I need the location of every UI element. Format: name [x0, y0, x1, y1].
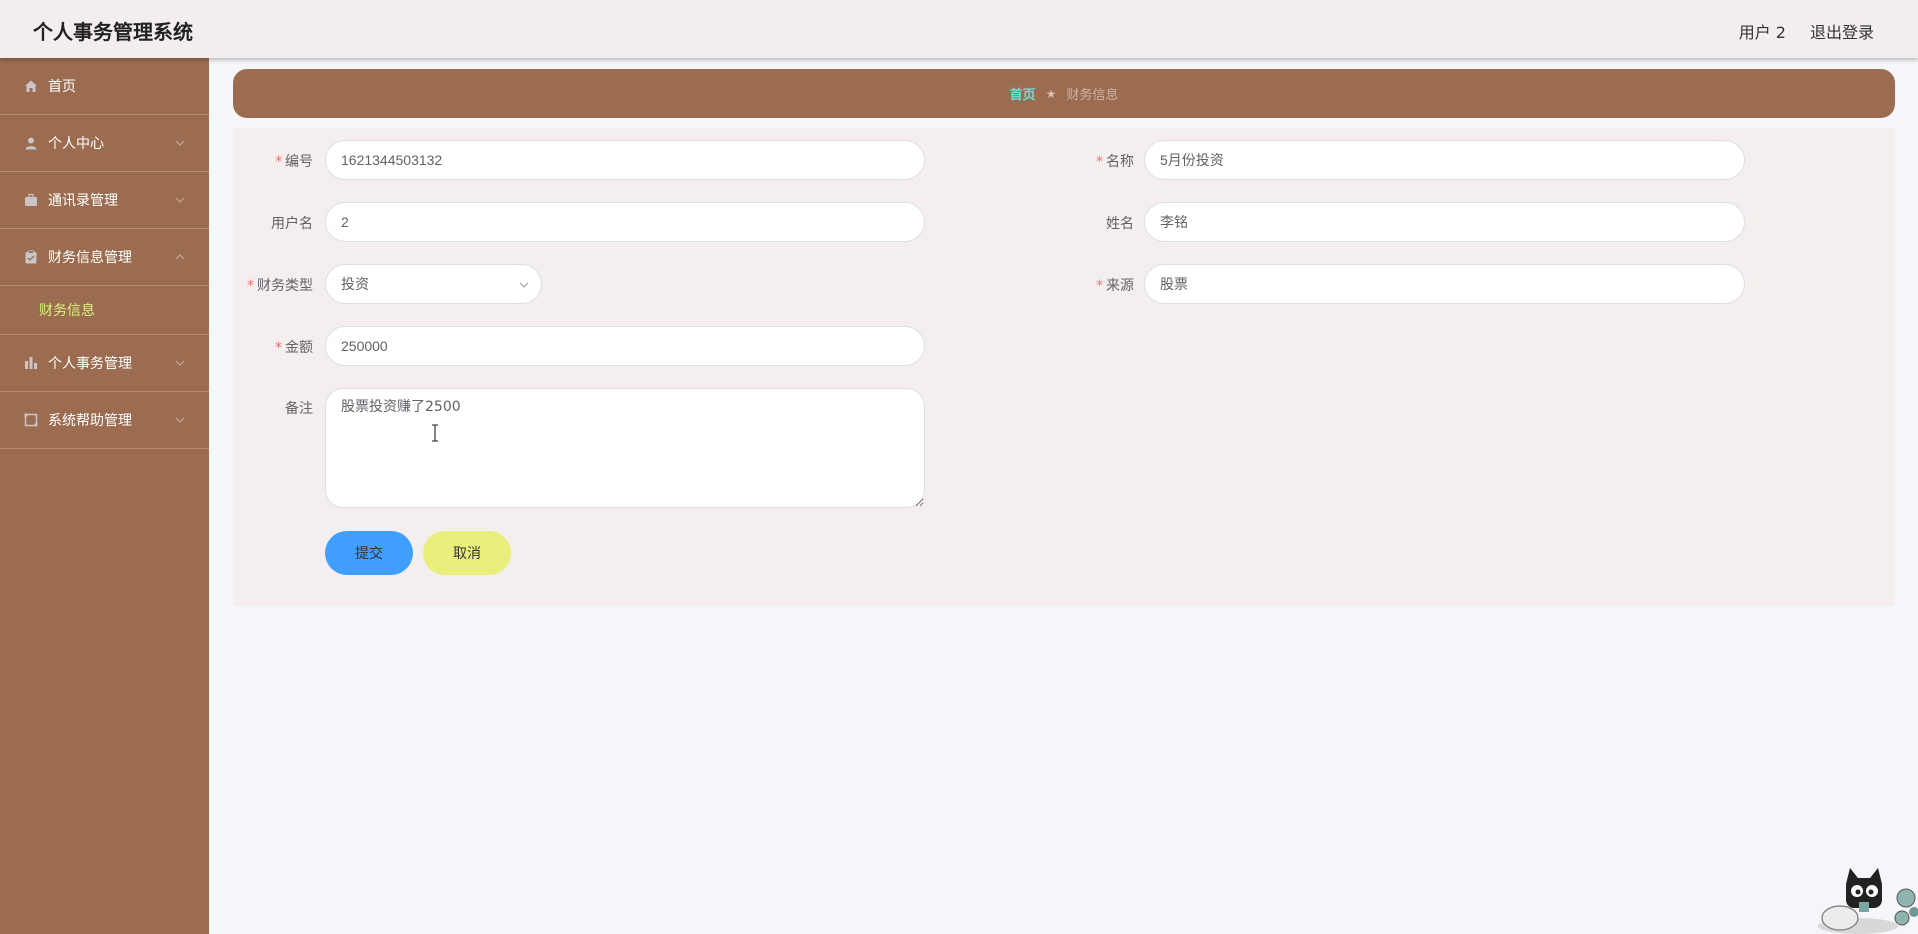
- submit-button[interactable]: 提交: [325, 531, 413, 575]
- breadcrumb-home-link[interactable]: 首页: [1010, 84, 1036, 103]
- realname-input[interactable]: [1144, 202, 1745, 242]
- username-label: 用户名: [271, 216, 313, 232]
- sidebar-item-label: 个人事务管理: [48, 356, 132, 372]
- clipboard-icon: [23, 249, 39, 265]
- name-input[interactable]: [1144, 140, 1745, 180]
- amount-label: * 金额: [275, 340, 313, 356]
- bar-chart-icon: [23, 355, 39, 371]
- logout-button[interactable]: 退出登录: [1810, 19, 1874, 43]
- source-label: * 来源: [1096, 278, 1134, 294]
- cancel-button[interactable]: 取消: [423, 531, 511, 575]
- sidebar-item-label: 财务信息管理: [48, 250, 132, 266]
- user-icon: [23, 135, 39, 151]
- text-cursor-icon: [432, 424, 438, 442]
- sidebar-item-affairs[interactable]: 个人事务管理: [0, 335, 209, 392]
- finance-type-select[interactable]: 投资: [325, 264, 542, 304]
- realname-label: 姓名: [1106, 216, 1134, 232]
- source-input[interactable]: [1144, 264, 1745, 304]
- chevron-down-icon: [175, 417, 185, 423]
- app-title: 个人事务管理系统: [33, 20, 193, 44]
- sidebar-item-finance[interactable]: 财务信息管理: [0, 229, 209, 286]
- briefcase-icon: [23, 192, 39, 208]
- chevron-up-icon: [175, 254, 185, 260]
- help-square-icon: [23, 412, 39, 428]
- breadcrumb-star-icon: ★: [1045, 86, 1057, 101]
- finance-type-value: 投资: [341, 276, 369, 292]
- user-label[interactable]: 用户 2: [1739, 19, 1786, 43]
- number-input[interactable]: [325, 140, 925, 180]
- number-label: * 编号: [275, 154, 313, 170]
- username-input[interactable]: [325, 202, 925, 242]
- finance-type-label: * 财务类型: [247, 278, 313, 294]
- home-icon: [23, 78, 39, 94]
- chevron-down-icon: [175, 360, 185, 366]
- mascot-widget-icon[interactable]: [1810, 862, 1918, 934]
- sidebar-item-home[interactable]: 首页: [0, 58, 209, 115]
- remark-label: 备注: [285, 401, 313, 417]
- user-area: 用户 2 退出登录: [1739, 19, 1874, 43]
- chevron-down-icon: [175, 197, 185, 203]
- sidebar-item-label: 通讯录管理: [48, 193, 118, 209]
- remark-textarea[interactable]: 股票投资赚了2500: [325, 388, 925, 508]
- sidebar-item-help[interactable]: 系统帮助管理: [0, 392, 209, 449]
- breadcrumb: 首页 ★ 财务信息: [233, 69, 1895, 118]
- chevron-down-icon[interactable]: [517, 278, 531, 292]
- chevron-down-icon: [175, 140, 185, 146]
- sidebar-item-label: 个人中心: [48, 136, 104, 152]
- sidebar: 首页 个人中心 通讯录管理 财务信息管理 财务信息 个人事务管理 系统帮助管理: [0, 58, 209, 934]
- breadcrumb-current: 财务信息: [1066, 88, 1119, 103]
- amount-input[interactable]: [325, 326, 925, 366]
- sidebar-item-label: 系统帮助管理: [48, 413, 132, 429]
- sidebar-item-label: 首页: [48, 79, 76, 95]
- sidebar-subitem-finance-info[interactable]: 财务信息: [0, 286, 209, 335]
- sidebar-item-profile[interactable]: 个人中心: [0, 115, 209, 172]
- sidebar-item-contacts[interactable]: 通讯录管理: [0, 172, 209, 229]
- name-label: * 名称: [1096, 154, 1134, 170]
- top-bar: 个人事务管理系统 用户 2 退出登录: [0, 0, 1918, 58]
